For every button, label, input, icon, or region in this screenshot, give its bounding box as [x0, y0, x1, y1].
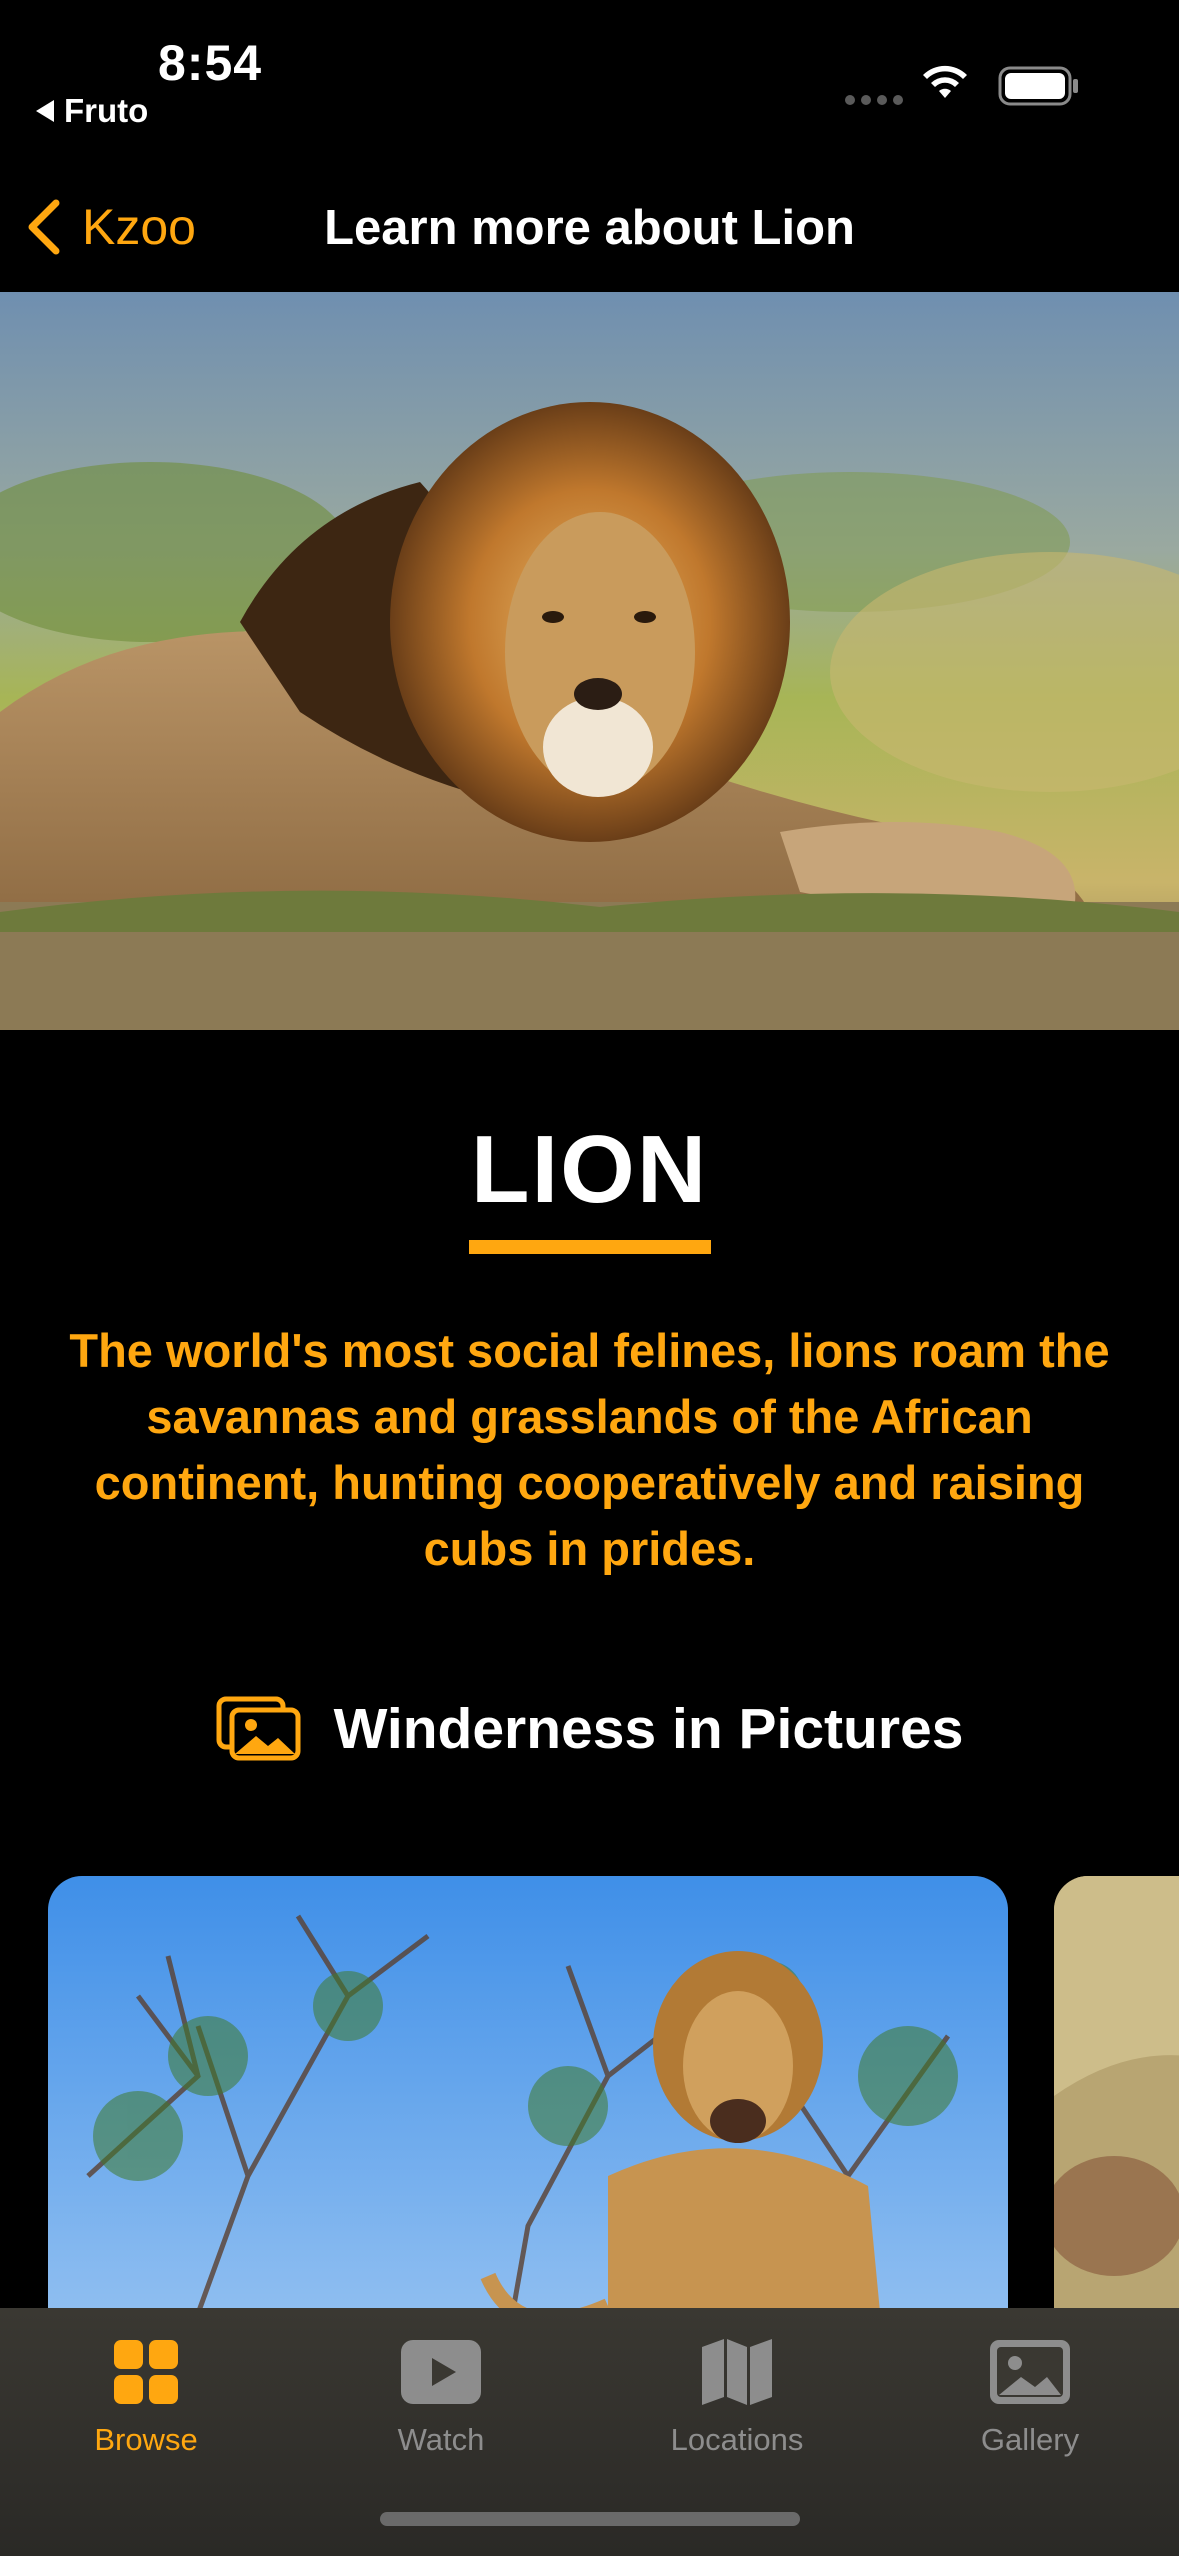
- back-triangle-icon: [36, 100, 54, 122]
- grid-icon: [114, 2340, 178, 2404]
- photos-stack-icon: [216, 1696, 301, 1761]
- gallery-card-lion-2[interactable]: [1054, 1876, 1179, 2308]
- nav-title: Learn more about Lion: [324, 201, 855, 255]
- cellular-signal-icon: [845, 95, 903, 105]
- gallery-card-lion-1[interactable]: [48, 1876, 1008, 2308]
- animal-title: LION: [470, 1116, 709, 1223]
- title-underline: [469, 1240, 711, 1254]
- picture-carousel[interactable]: [0, 1874, 1179, 2308]
- tab-watch-label: Watch: [397, 2422, 485, 2457]
- battery-icon: [998, 66, 1078, 106]
- status-bar: 8:54 Fruto: [0, 0, 1179, 150]
- photo-icon: [990, 2340, 1070, 2404]
- home-indicator: [380, 2512, 800, 2526]
- gallery-section-title: Winderness in Pictures: [333, 1697, 964, 1761]
- back-to-app-link[interactable]: Fruto: [36, 92, 148, 130]
- hero-lion-image: [0, 292, 1179, 1030]
- status-time: 8:54: [158, 35, 263, 91]
- map-icon: [702, 2339, 772, 2405]
- tab-browse[interactable]: Browse: [16, 2308, 276, 2468]
- wifi-icon: [923, 65, 967, 98]
- play-icon: [401, 2340, 481, 2404]
- gallery-section-header: Winderness in Pictures: [0, 1688, 1179, 1770]
- back-app-label: Fruto: [64, 92, 149, 129]
- tab-locations-label: Locations: [670, 2422, 804, 2457]
- tab-watch[interactable]: Watch: [311, 2308, 571, 2468]
- tab-gallery[interactable]: Gallery: [900, 2308, 1160, 2468]
- animal-description: The world's most social felines, lions r…: [69, 1324, 1110, 1575]
- tab-locations[interactable]: Locations: [607, 2308, 867, 2468]
- tab-browse-label: Browse: [94, 2422, 198, 2457]
- tab-gallery-label: Gallery: [980, 2422, 1080, 2457]
- navigation-bar: Kzoo Learn more about Lion: [0, 150, 1179, 292]
